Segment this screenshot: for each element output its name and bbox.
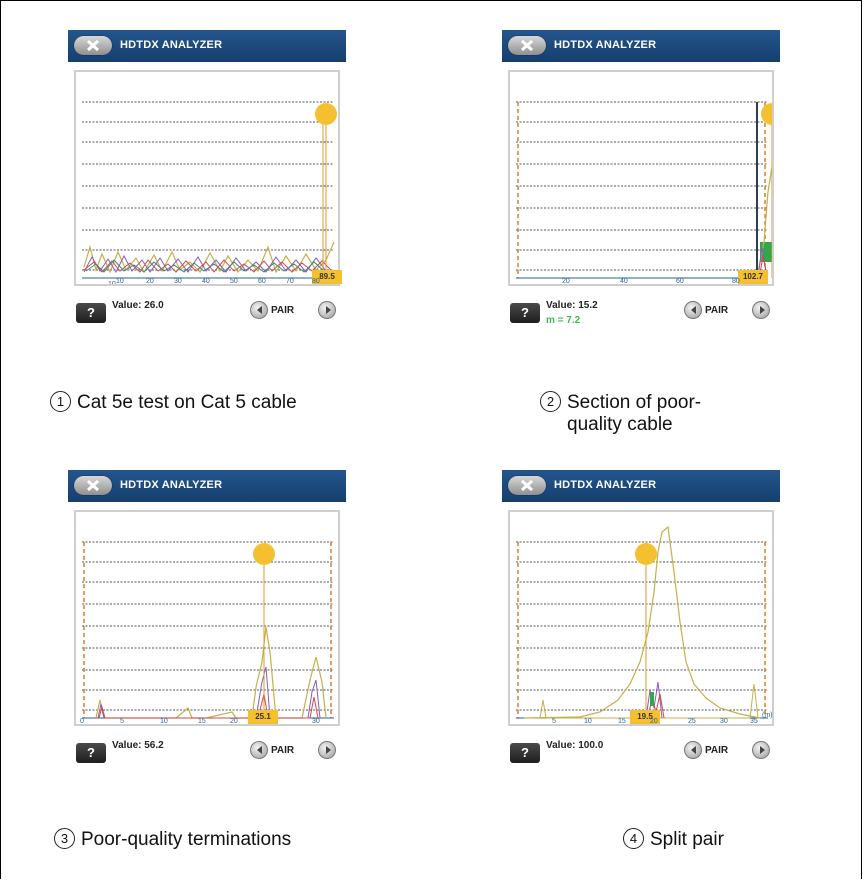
caption-number: 4	[623, 828, 644, 849]
pair-prev-button[interactable]	[684, 301, 702, 319]
caption-2: 2 Section of poor-	[540, 391, 701, 414]
help-button[interactable]: ?	[510, 303, 540, 323]
value-readout: Value: 100.0	[546, 740, 604, 751]
x-tick: 15	[198, 718, 206, 725]
x-tick: 40	[620, 278, 628, 285]
title-bar: HDTDX ANALYZER	[502, 470, 780, 502]
x-tick: 30	[720, 718, 728, 725]
caption-text: Poor-quality terminations	[81, 829, 292, 850]
caption-text-line1: Section of poor-	[567, 392, 702, 413]
analyzer-panel-3: HDTDX ANALYZER 25.1 0 5 10 15 20 30 ? Va…	[68, 470, 346, 790]
pair-label: PAIR	[705, 305, 729, 316]
x-tick: 5	[552, 718, 556, 725]
close-button[interactable]	[74, 36, 112, 55]
pair-next-button[interactable]	[318, 301, 336, 319]
length-readout: m = 7.2	[546, 315, 581, 326]
screen-title: HDTDX ANALYZER	[554, 39, 657, 51]
x-tick: 10	[108, 281, 116, 284]
close-icon	[520, 39, 534, 52]
caption-1: 1 Cat 5e test on Cat 5 cable	[50, 391, 297, 414]
marker-readout: 25.1	[248, 710, 278, 724]
close-icon	[86, 479, 100, 492]
x-tick: 80	[732, 278, 740, 285]
value-readout: Value: 26.0	[112, 300, 164, 311]
close-button[interactable]	[74, 476, 112, 495]
screen-title: HDTDX ANALYZER	[554, 479, 657, 491]
x-tick: 20	[562, 278, 570, 285]
value-readout: Value: 56.2	[112, 740, 164, 751]
analyzer-panel-4: HDTDX ANALYZER 19.5 5 10 15 20 25 30 35 …	[502, 470, 780, 790]
pair-next-button[interactable]	[318, 741, 336, 759]
hdtdx-plot[interactable]: 102.7 20 40 60 80	[508, 70, 774, 286]
close-icon	[86, 39, 100, 52]
x-tick: 15	[618, 718, 626, 725]
pair-label: PAIR	[271, 305, 295, 316]
right-arrow-icon	[326, 306, 331, 314]
screen-title: HDTDX ANALYZER	[120, 479, 223, 491]
hdtdx-plot[interactable]: 10 89.5 10 20 30 40 50 60 70 80	[74, 70, 342, 286]
hdtdx-plot[interactable]: 25.1 0 5 10 15 20 30	[74, 510, 340, 726]
pair-next-button[interactable]	[752, 741, 770, 759]
caption-text: Split pair	[650, 829, 724, 850]
value-readout: Value: 15.2	[546, 300, 598, 311]
x-tick: 35	[750, 718, 758, 725]
title-bar: HDTDX ANALYZER	[502, 30, 780, 62]
x-tick: 70	[286, 278, 294, 285]
x-tick: 30	[312, 718, 320, 725]
pair-next-button[interactable]	[752, 301, 770, 319]
analyzer-panel-2: HDTDX ANALYZER 102.7 20 40 60 80 ? Value…	[502, 30, 780, 350]
left-arrow-icon	[257, 746, 262, 754]
x-tick: 60	[676, 278, 684, 285]
caption-number: 1	[50, 391, 71, 412]
pair-prev-button[interactable]	[250, 741, 268, 759]
x-tick: 50	[230, 278, 238, 285]
marker-readout: 102.7	[738, 270, 768, 284]
caption-text: Cat 5e test on Cat 5 cable	[77, 392, 297, 413]
help-button[interactable]: ?	[76, 303, 106, 323]
x-tick: 5	[120, 718, 124, 725]
title-bar: HDTDX ANALYZER	[68, 30, 346, 62]
x-tick: 0	[80, 718, 84, 725]
x-tick: 20	[650, 718, 658, 725]
x-tick: 80	[312, 278, 320, 285]
help-button[interactable]: ?	[510, 743, 540, 763]
caption-3: 3 Poor-quality terminations	[54, 828, 291, 851]
x-tick: 40	[202, 278, 210, 285]
left-arrow-icon	[257, 306, 262, 314]
x-tick: 25	[688, 718, 696, 725]
close-button[interactable]	[508, 36, 546, 55]
caption-number: 3	[54, 828, 75, 849]
screen-title: HDTDX ANALYZER	[120, 39, 223, 51]
x-tick: 10	[116, 278, 124, 285]
right-arrow-icon	[760, 306, 765, 314]
pair-label: PAIR	[705, 745, 729, 756]
pair-prev-button[interactable]	[684, 741, 702, 759]
analyzer-panel-1: HDTDX ANALYZER 10 89.5 10	[68, 30, 346, 350]
left-arrow-icon	[691, 306, 696, 314]
x-tick: 30	[174, 278, 182, 285]
right-arrow-icon	[760, 746, 765, 754]
x-unit: (m)	[762, 712, 773, 719]
title-bar: HDTDX ANALYZER	[68, 470, 346, 502]
pair-prev-button[interactable]	[250, 301, 268, 319]
caption-text-line2: quality cable	[567, 414, 673, 435]
hdtdx-plot[interactable]: 19.5 5 10 15 20 25 30 35 (m)	[508, 510, 774, 726]
right-arrow-icon	[326, 746, 331, 754]
pair-label: PAIR	[271, 745, 295, 756]
x-tick: 20	[230, 718, 238, 725]
x-tick: 20	[146, 278, 154, 285]
close-icon	[520, 479, 534, 492]
help-button[interactable]: ?	[76, 743, 106, 763]
x-tick: 60	[258, 278, 266, 285]
x-tick: 10	[160, 718, 168, 725]
close-button[interactable]	[508, 476, 546, 495]
left-arrow-icon	[691, 746, 696, 754]
caption-number: 2	[540, 391, 561, 412]
caption-2-line2: quality cable	[567, 414, 673, 436]
caption-4: 4 Split pair	[623, 828, 724, 851]
x-tick: 10	[584, 718, 592, 725]
